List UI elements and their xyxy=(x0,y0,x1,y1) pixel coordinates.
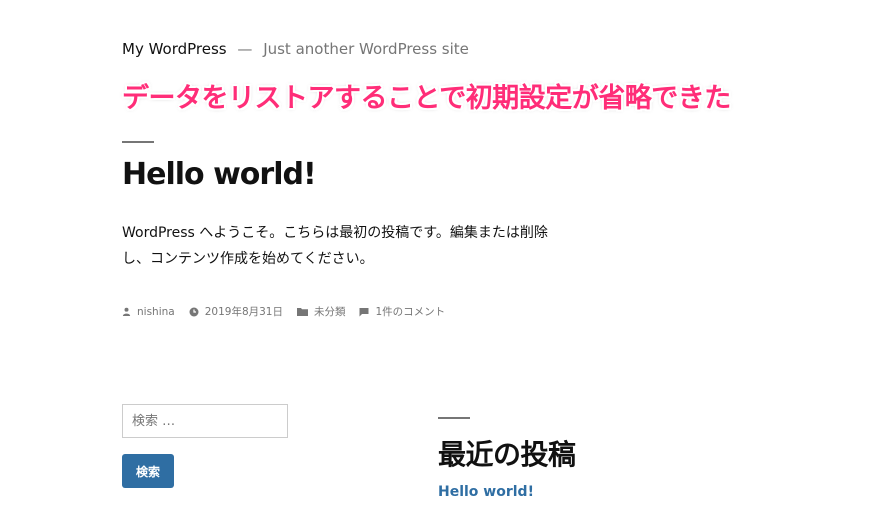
site-branding: My WordPress — Just another WordPress si… xyxy=(122,40,469,58)
title-separator: — xyxy=(237,40,253,58)
site-title-link[interactable]: My WordPress xyxy=(122,40,227,58)
meta-date-text[interactable]: 2019年8月31日 xyxy=(205,304,283,319)
folder-icon xyxy=(296,308,308,316)
meta-category-text[interactable]: 未分類 xyxy=(314,304,346,319)
meta-comments-text[interactable]: 1件のコメント xyxy=(375,304,445,319)
post-meta: nishina 2019年8月31日 未分類 1件のコメント xyxy=(122,304,459,319)
meta-category[interactable]: 未分類 xyxy=(296,304,346,319)
meta-author[interactable]: nishina xyxy=(122,306,175,318)
entry-divider xyxy=(122,141,154,143)
recent-post-link[interactable]: Hello world! xyxy=(438,484,534,500)
comment-icon xyxy=(359,307,369,316)
post-content: WordPress へようこそ。こちらは最初の投稿です。編集または削除し、コンテ… xyxy=(122,225,548,267)
meta-author-name[interactable]: nishina xyxy=(137,306,175,318)
search-input[interactable] xyxy=(122,404,288,438)
widget-divider xyxy=(438,417,470,419)
overlay-caption: データをリストアすることで初期設定が省略できた xyxy=(122,83,731,114)
meta-date[interactable]: 2019年8月31日 xyxy=(189,304,283,319)
recent-posts-heading: 最近の投稿 xyxy=(438,438,576,471)
person-icon xyxy=(122,307,131,316)
search-button[interactable]: 検索 xyxy=(122,454,174,488)
meta-comments[interactable]: 1件のコメント xyxy=(359,304,445,319)
post-title[interactable]: Hello world! xyxy=(122,157,317,192)
clock-icon xyxy=(189,307,199,316)
site-tagline: Just another WordPress site xyxy=(263,40,469,58)
